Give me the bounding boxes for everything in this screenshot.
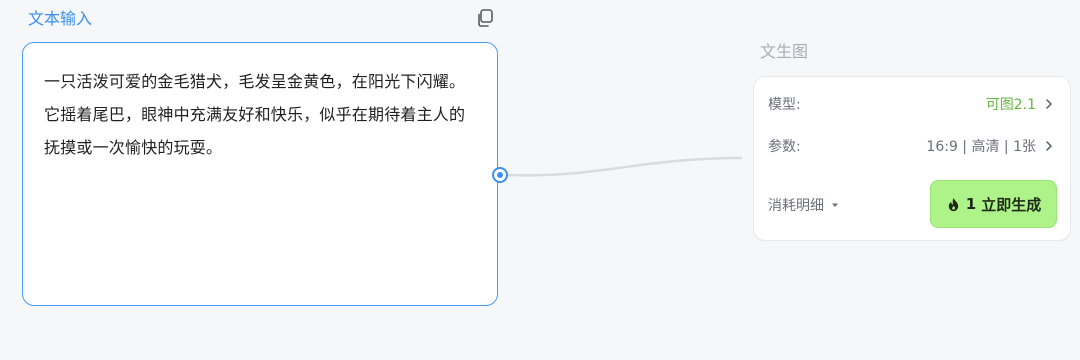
params-value: 16:9 | 高清 | 1张	[926, 139, 1036, 155]
output-port-handle[interactable]	[492, 167, 508, 183]
text-to-image-node-title: 文生图	[760, 42, 809, 61]
generate-cost-count: 1	[965, 195, 977, 213]
model-value: 可图2.1	[985, 97, 1036, 113]
chevron-right-icon	[1046, 141, 1052, 151]
cost-detail-label: 消耗明细	[768, 198, 824, 214]
params-selector[interactable]: 参数: 16:9 | 高清 | 1张	[768, 134, 1056, 158]
prompt-text-area[interactable]: 一只活泼可爱的金毛猎犬，毛发呈金黄色，在阳光下闪耀。它摇着尾巴，眼神中充满友好和…	[22, 42, 498, 306]
model-selector[interactable]: 模型: 可图2.1	[768, 92, 1056, 116]
text-to-image-card: 模型: 可图2.1 参数: 16:9 | 高清 | 1张 消耗明细 1 立即生成	[753, 76, 1071, 241]
generate-button-label: 立即生成	[981, 195, 1042, 214]
flame-icon	[948, 197, 958, 211]
caret-down-icon	[832, 203, 838, 207]
model-label: 模型:	[768, 97, 801, 113]
params-label: 参数:	[768, 139, 801, 155]
chevron-right-icon	[1046, 99, 1052, 109]
text-input-node-title: 文本输入	[28, 9, 93, 28]
prompt-text[interactable]: 一只活泼可爱的金毛猎犬，毛发呈金黄色，在阳光下闪耀。它摇着尾巴，眼神中充满友好和…	[44, 65, 477, 164]
cost-detail-dropdown[interactable]: 消耗明细	[768, 195, 840, 215]
copy-icon[interactable]	[474, 7, 496, 29]
generate-button[interactable]: 1 立即生成	[930, 180, 1057, 228]
